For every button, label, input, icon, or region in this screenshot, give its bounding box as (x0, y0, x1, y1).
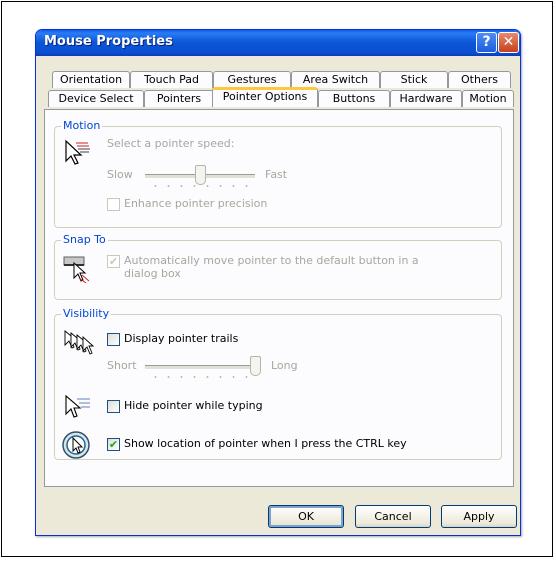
hide-pointer-checkbox[interactable] (107, 400, 120, 413)
fast-label: Fast (265, 168, 288, 181)
snap-to-checkbox[interactable]: ✔ (107, 255, 120, 268)
pointer-trails-checkbox[interactable] (107, 333, 120, 346)
mouse-properties-dialog: Mouse Properties ? ✕ Orientation Touch P… (35, 29, 521, 536)
tab-area-switch[interactable]: Area Switch (291, 71, 380, 88)
close-button[interactable]: ✕ (498, 32, 519, 53)
pointer-trails-icon (64, 330, 94, 355)
pointer-trails-label: Display pointer trails (124, 332, 239, 345)
tab-orientation[interactable]: Orientation (52, 71, 130, 88)
tab-buttons[interactable]: Buttons (318, 90, 390, 107)
visibility-group: Visibility Display pointer trails Short … (54, 307, 502, 460)
tab-hardware[interactable]: Hardware (390, 90, 462, 107)
snap-label-line2: dialog box (124, 267, 181, 280)
pointer-speed-icon (65, 139, 90, 165)
slow-label: Slow (107, 168, 133, 181)
trail-length-slider-ticks (149, 376, 253, 378)
trail-length-slider-track[interactable] (145, 365, 255, 370)
hide-pointer-label: Hide pointer while typing (124, 399, 263, 412)
short-label: Short (107, 359, 137, 372)
snap-to-group: Snap To ✔ Automatically move pointer to … (54, 233, 502, 300)
apply-button[interactable]: Apply (441, 505, 517, 528)
visibility-legend: Visibility (61, 307, 112, 320)
snap-label-line1: Automatically move pointer to the defaul… (124, 254, 419, 267)
ctrl-location-checkbox[interactable]: ✔ (107, 438, 120, 451)
ok-button[interactable]: OK (268, 505, 344, 528)
tab-pointers[interactable]: Pointers (144, 90, 214, 107)
speed-label: Select a pointer speed: (107, 137, 235, 150)
motion-group: Motion Select a pointer speed: Slow Fast… (54, 119, 502, 228)
tab-gestures[interactable]: Gestures (213, 71, 291, 88)
ctrl-location-label: Show location of pointer when I press th… (124, 437, 407, 450)
motion-legend: Motion (61, 119, 103, 132)
hide-pointer-icon (65, 394, 90, 418)
window-title: Mouse Properties (44, 34, 173, 49)
speed-slider-thumb[interactable] (195, 165, 206, 185)
cancel-button[interactable]: Cancel (355, 505, 431, 528)
trail-length-slider-thumb[interactable] (250, 356, 261, 376)
snap-to-icon (63, 256, 90, 283)
snap-legend: Snap To (61, 233, 108, 246)
tab-others[interactable]: Others (448, 71, 511, 88)
ctrl-locate-icon (62, 431, 90, 459)
title-bar[interactable]: Mouse Properties ? ✕ (36, 30, 520, 56)
tab-touch-pad[interactable]: Touch Pad (130, 71, 213, 88)
precision-checkbox[interactable] (107, 198, 120, 211)
tab-device-select[interactable]: Device Select (48, 90, 144, 107)
help-button[interactable]: ? (476, 32, 497, 53)
precision-label: Enhance pointer precision (124, 197, 268, 210)
tab-pointer-options[interactable]: Pointer Options (212, 87, 318, 107)
pointer-options-panel: Motion Select a pointer speed: Slow Fast… (44, 109, 514, 487)
speed-slider-ticks (149, 185, 253, 187)
tab-stick[interactable]: Stick (380, 71, 448, 88)
long-label: Long (271, 359, 298, 372)
tab-motion[interactable]: Motion (462, 90, 514, 107)
